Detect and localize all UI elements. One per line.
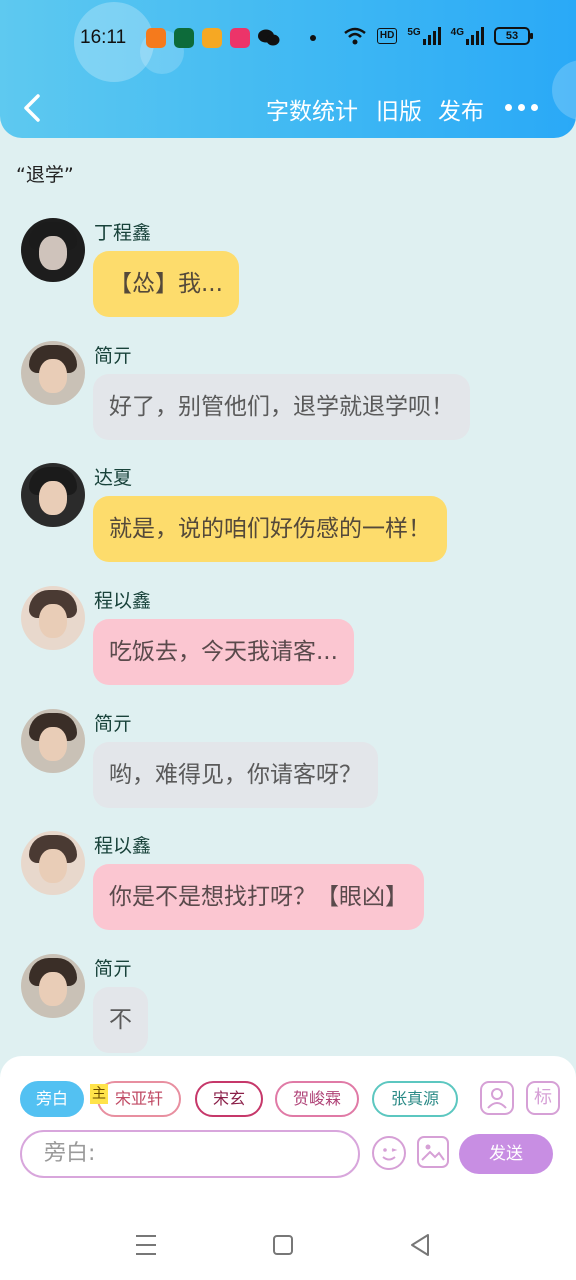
role-chip-narration[interactable]: 旁白 bbox=[20, 1081, 84, 1117]
add-role-button[interactable] bbox=[480, 1081, 514, 1115]
word-count-button[interactable]: 字数统计 bbox=[266, 92, 358, 126]
app-icon-yellow bbox=[202, 28, 222, 48]
user-icon bbox=[487, 1088, 507, 1109]
avatar[interactable] bbox=[21, 341, 85, 405]
sender-name: 程以鑫 bbox=[94, 590, 152, 612]
emoji-icon bbox=[382, 1148, 398, 1161]
menu-icon bbox=[136, 1235, 156, 1255]
avatar[interactable] bbox=[21, 218, 85, 282]
status-bar: 16:11 HD 5G 4G 53 bbox=[0, 0, 576, 78]
chevron-left-icon bbox=[24, 94, 40, 122]
message-bubble[interactable]: 【怂】我... bbox=[93, 251, 239, 317]
status-indicators: HD 5G 4G 53 bbox=[343, 26, 533, 46]
avatar[interactable] bbox=[21, 954, 85, 1018]
sender-name: 简亓 bbox=[94, 345, 133, 367]
old-version-button[interactable]: 旧版 bbox=[376, 92, 422, 126]
message-bubble[interactable]: 不 bbox=[93, 987, 148, 1053]
send-button[interactable]: 发送 bbox=[459, 1134, 553, 1174]
avatar[interactable] bbox=[21, 709, 85, 773]
message-bubble[interactable]: 哟，难得见，你请客呀？ bbox=[93, 742, 378, 808]
signal-4g: 4G bbox=[451, 27, 484, 45]
role-chip-song-xuan[interactable]: 宋玄 bbox=[195, 1081, 263, 1117]
back-triangle-icon bbox=[411, 1234, 429, 1256]
role-chip-zhang-zhenyuan[interactable]: 张真源 bbox=[372, 1081, 458, 1117]
chat-title: “退学” bbox=[16, 164, 74, 186]
signal-bars-icon bbox=[466, 27, 484, 45]
publish-button[interactable]: 发布 bbox=[438, 92, 484, 126]
image-button[interactable] bbox=[417, 1136, 449, 1168]
message-bubble[interactable]: 就是，说的咱们好伤感的一样！ bbox=[93, 496, 447, 562]
wifi-icon bbox=[344, 27, 366, 45]
home-square-icon bbox=[273, 1235, 293, 1255]
sender-name: 达夏 bbox=[94, 467, 133, 489]
more-notifications-dot bbox=[310, 35, 316, 41]
menu-nav-button[interactable] bbox=[134, 1232, 158, 1262]
sender-name: 丁程鑫 bbox=[94, 222, 152, 244]
avatar[interactable] bbox=[21, 586, 85, 650]
battery-indicator: 53 bbox=[494, 27, 533, 45]
message-bubble[interactable]: 吃饭去，今天我请客... bbox=[93, 619, 354, 685]
app-icon-green bbox=[174, 28, 194, 48]
hd-indicator: HD bbox=[376, 28, 398, 44]
back-nav-button[interactable] bbox=[408, 1232, 432, 1262]
image-icon bbox=[421, 1144, 445, 1161]
notification-icons bbox=[146, 28, 316, 48]
role-chip-he-junlin[interactable]: 贺峻霖 bbox=[275, 1081, 359, 1117]
more-options-button[interactable] bbox=[505, 104, 538, 111]
avatar[interactable] bbox=[21, 463, 85, 527]
app-header: 16:11 HD 5G 4G 53 字数统计 旧版 发布 bbox=[0, 0, 576, 138]
sender-name: 程以鑫 bbox=[94, 835, 152, 857]
signal-5g: 5G bbox=[407, 27, 441, 45]
app-icon-orange bbox=[146, 28, 166, 48]
signal-bars-icon bbox=[422, 27, 441, 45]
signal-5g-label: 5G bbox=[407, 27, 421, 38]
wechat-icon bbox=[258, 29, 280, 46]
app-icon-play bbox=[230, 28, 250, 48]
status-time: 16:11 bbox=[80, 27, 127, 48]
message-bubble[interactable]: 好了，别管他们，退学就退学呗！ bbox=[93, 374, 470, 440]
message-input[interactable]: 旁白: bbox=[20, 1130, 360, 1178]
main-role-tag: 主 bbox=[90, 1084, 108, 1104]
role-chip-song-yaxuan[interactable]: 宋亚轩 bbox=[97, 1081, 181, 1117]
avatar[interactable] bbox=[21, 831, 85, 895]
message-bubble[interactable]: 你是不是想找打呀？【眼凶】 bbox=[93, 864, 424, 930]
home-nav-button[interactable] bbox=[272, 1232, 294, 1262]
sender-name: 简亓 bbox=[94, 713, 133, 735]
mark-button[interactable]: 标 bbox=[526, 1081, 560, 1115]
emoji-button[interactable] bbox=[372, 1136, 406, 1170]
back-button[interactable] bbox=[18, 88, 48, 128]
nav-bar: 字数统计 旧版 发布 bbox=[0, 78, 576, 138]
signal-4g-label: 4G bbox=[450, 27, 464, 38]
system-nav-bar bbox=[0, 1210, 576, 1280]
compose-panel: 旁白 宋亚轩 主 宋玄 贺峻霖 张真源 标 旁白: 发送 bbox=[0, 1056, 576, 1210]
sender-name: 简亓 bbox=[94, 958, 133, 980]
